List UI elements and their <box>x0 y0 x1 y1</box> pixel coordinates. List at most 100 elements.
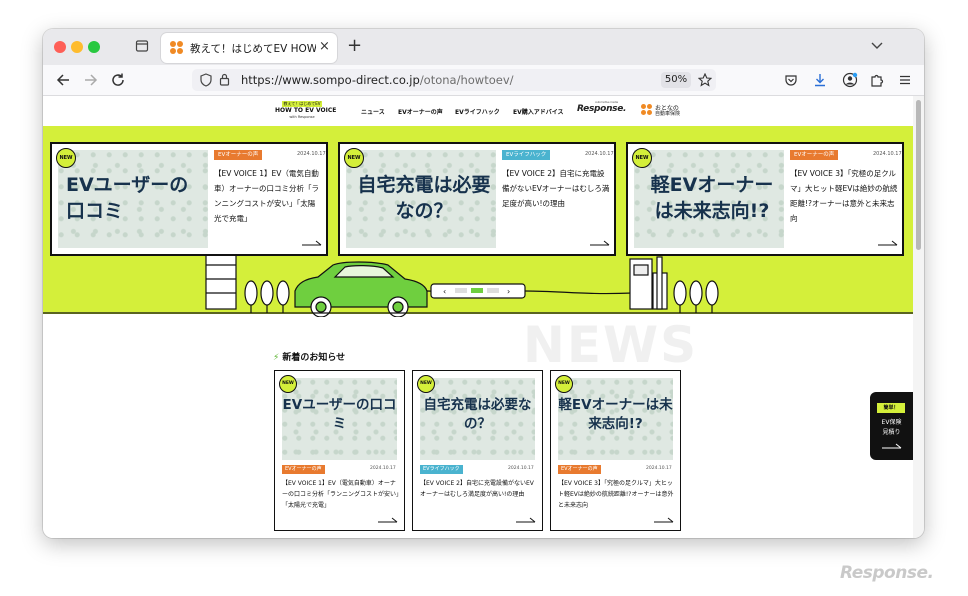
card-title: 【EV VOICE 3】「究極の足クルマ」大ヒット軽EVは絶妙の航続距離!?オー… <box>558 480 674 509</box>
forward-arrow-icon[interactable] <box>83 72 99 88</box>
news-card[interactable]: EVユーザーの口コミ NEW EVオーナーの声 2024.10.17 【EV V… <box>274 370 405 531</box>
card-date: 2024.10.17 <box>585 151 614 157</box>
new-badge: NEW <box>56 148 76 168</box>
arrow-right-icon <box>516 517 536 523</box>
favicon-icon <box>170 41 184 55</box>
category-tag: EVオーナーの声 <box>282 465 325 474</box>
quote-button-label: EV保険見積り <box>870 418 913 438</box>
new-tab-icon[interactable]: + <box>347 37 362 55</box>
tab-list-chevron-icon[interactable] <box>871 40 883 50</box>
card-date: 2024.10.17 <box>873 151 902 157</box>
easy-badge: 簡単！ <box>877 403 905 413</box>
quote-line1: EV保険 <box>881 419 902 426</box>
scrollbar-thumb[interactable] <box>916 100 921 250</box>
hero-card[interactable]: EVユーザーの口コミ NEW EVオーナーの声 2024.10.17 【EV V… <box>50 142 328 256</box>
site-header: 教えて！はじめてEV HOW TO EV VOICE with Response… <box>43 96 913 126</box>
minimize-window-button[interactable] <box>71 41 83 53</box>
card-title: 【EV VOICE 2】自宅に充電設備がないEVオーナーはむしろ満足度が高い!の… <box>502 169 610 208</box>
category-tag: EVライフハック <box>502 150 551 160</box>
category-tag: EVオーナーの声 <box>558 465 601 474</box>
sidebar-toggle-icon[interactable] <box>135 39 149 53</box>
nav-news[interactable]: ニュース <box>361 107 385 116</box>
response-logo[interactable]: Automotive media Response. <box>577 100 627 114</box>
nav-owner-voice[interactable]: EVオーナーの声 <box>398 107 443 116</box>
card-title: 【EV VOICE 2】自宅に充電設備がないEVオーナーはむしろ満足度が高い!の… <box>420 480 534 498</box>
news-watermark: NEWS <box>523 316 699 374</box>
card-date: 2024.10.17 <box>508 466 534 471</box>
card-title: 【EV VOICE 3】「究極の足クルマ」大ヒット軽EVは絶妙の航続距離!?オー… <box>790 169 898 223</box>
account-icon[interactable] <box>842 72 858 88</box>
arrow-right-icon <box>590 240 610 246</box>
new-badge: NEW <box>555 375 573 393</box>
reload-icon[interactable] <box>110 72 126 88</box>
lightning-icon: ⚡ <box>273 353 280 363</box>
card-date: 2024.10.17 <box>370 466 396 471</box>
news-heading: ⚡ 新着のお知らせ <box>273 350 345 363</box>
url-path: /otona/howtoev/ <box>419 73 514 87</box>
url-host: https://www.sompo-direct.co.jp <box>241 73 420 87</box>
arrow-right-icon <box>882 443 902 449</box>
card-image: EVユーザーの口コミ <box>282 378 397 460</box>
category-tag: EVオーナーの声 <box>214 150 263 160</box>
insurance-quote-button[interactable]: 簡単！ EV保険見積り <box>870 392 913 460</box>
tab-close-icon[interactable]: × <box>319 39 330 55</box>
close-window-button[interactable] <box>54 41 66 53</box>
otona-mark-icon <box>641 104 653 116</box>
scrollbar[interactable] <box>913 96 924 538</box>
svg-text:‹: ‹ <box>443 287 446 296</box>
response-tagline: Automotive media <box>595 100 618 104</box>
lock-icon[interactable] <box>219 73 230 86</box>
category-tag: EVライフハック <box>420 465 463 474</box>
news-card[interactable]: 軽EVオーナーは未来志向!? NEW EVオーナーの声 2024.10.17 【… <box>550 370 681 531</box>
card-image-text: 軽EVオーナーは未来志向!? <box>650 174 774 222</box>
card-image-text: EVユーザーの口コミ <box>282 397 397 432</box>
browser-tab[interactable]: 教えて！はじめてEV HOW TO EV × <box>161 33 337 63</box>
zoom-level-button[interactable]: 50% <box>661 72 691 88</box>
quote-line2: 見積り <box>882 429 901 436</box>
card-image-text: 自宅充電は必要なの？ <box>423 397 532 432</box>
tab-title: 教えて！はじめてEV HOW TO EV <box>190 43 316 55</box>
download-icon[interactable] <box>813 72 827 88</box>
hero-card[interactable]: 軽EVオーナーは未来志向!? NEW EVオーナーの声 2024.10.17 【… <box>626 142 904 256</box>
card-title: 【EV VOICE 1】EV（電気自動車）オーナーの口コミ分析「ランニングコスト… <box>214 169 319 223</box>
bookmark-star-icon[interactable] <box>698 73 712 87</box>
arrow-right-icon <box>302 240 322 246</box>
url-text[interactable]: https://www.sompo-direct.co.jp/otona/how… <box>241 73 514 87</box>
card-image-text: EVユーザーの口コミ <box>66 174 189 222</box>
card-image: 自宅充電は必要なの？ <box>420 378 535 460</box>
card-image: 軽EVオーナーは未来志向!? <box>634 150 784 248</box>
menu-hamburger-icon[interactable] <box>898 72 912 88</box>
card-image: 自宅充電は必要なの？ <box>346 150 496 248</box>
arrow-right-icon <box>654 517 674 523</box>
back-arrow-icon[interactable] <box>55 72 71 88</box>
news-section: NEWS ⚡ 新着のお知らせ EVユーザーの口コミ NEW EVオーナーの声 20… <box>43 316 913 538</box>
maximize-window-button[interactable] <box>88 41 100 53</box>
title-bar: 教えて！はじめてEV HOW TO EV × + <box>43 29 924 65</box>
svg-text:›: › <box>507 287 510 296</box>
hero-section: ‹ › EVユーザーの口コミ NEW EVオーナーの声 2024.10.17 【… <box>43 126 913 317</box>
card-image: 軽EVオーナーは未来志向!? <box>558 378 673 460</box>
card-date: 2024.10.17 <box>646 466 672 471</box>
card-image-text: 自宅充電は必要なの？ <box>357 174 491 222</box>
response-logo-text: Response. <box>577 104 627 114</box>
card-image-text: 軽EVオーナーは未来志向!? <box>558 397 673 432</box>
news-card[interactable]: 自宅充電は必要なの？ NEW EVライフハック 2024.10.17 【EV V… <box>412 370 543 531</box>
shield-icon[interactable] <box>200 73 212 87</box>
hero-card[interactable]: 自宅充電は必要なの？ NEW EVライフハック 2024.10.17 【EV V… <box>338 142 616 256</box>
new-badge: NEW <box>279 375 297 393</box>
new-badge: NEW <box>344 148 364 168</box>
address-bar[interactable]: https://www.sompo-direct.co.jp/otona/how… <box>192 69 716 91</box>
new-badge: NEW <box>632 148 652 168</box>
otona-line2: 自動車保険 <box>655 111 681 117</box>
card-date: 2024.10.17 <box>297 151 326 157</box>
extensions-icon[interactable] <box>870 72 884 88</box>
pocket-icon[interactable] <box>784 72 798 88</box>
site-logo[interactable]: 教えて！はじめてEV HOW TO EV VOICE with Response <box>275 101 336 120</box>
new-badge: NEW <box>417 375 435 393</box>
logo-sub: with Response <box>289 115 315 119</box>
card-image: EVユーザーの口コミ <box>58 150 208 248</box>
page-content: 教えて！はじめてEV HOW TO EV VOICE with Response… <box>43 96 913 538</box>
nav-buying-advice[interactable]: EV購入アドバイス <box>513 107 564 116</box>
response-watermark: Response. <box>840 563 934 583</box>
nav-life-hack[interactable]: EVライフハック <box>455 107 500 116</box>
